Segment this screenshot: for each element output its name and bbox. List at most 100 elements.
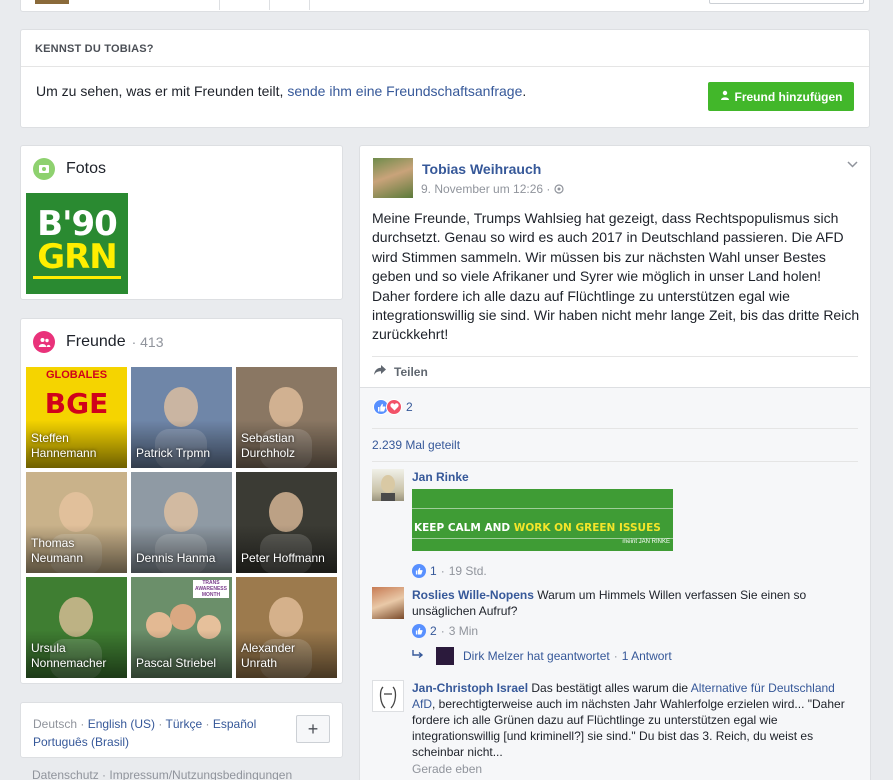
post-author-name[interactable]: Tobias Weihrauch: [422, 161, 541, 177]
add-friend-label: Freund hinzufügen: [734, 89, 843, 104]
commenter-name[interactable]: Jan-Christoph Israel: [412, 681, 528, 695]
share-icon: [373, 364, 387, 379]
language-turkish[interactable]: Türkçe: [166, 717, 203, 731]
friend-name-line2: Durchholz: [241, 446, 296, 460]
add-friend-button[interactable]: Freund hinzufügen: [708, 82, 854, 111]
friends-card: Freunde · 413 GLOBALES BGE Steffen Hanneman…: [20, 318, 343, 684]
friend-name-line2: Neumann: [31, 551, 84, 565]
post-author-avatar[interactable]: [373, 158, 413, 198]
comment-body: Jan-Christoph Israel Das bestätigt alles…: [412, 680, 857, 777]
post-timestamp[interactable]: 9. November um 12:26 ·: [421, 182, 564, 197]
friend-name-line1: Thomas: [31, 536, 75, 550]
reactions-summary[interactable]: 2: [373, 399, 413, 415]
commenter-avatar[interactable]: [372, 587, 404, 619]
reply-summary[interactable]: Dirk Melzer hat geantwortet · 1 Antwort: [412, 647, 857, 665]
language-separator: ·: [202, 717, 213, 731]
commenter-avatar[interactable]: [372, 680, 404, 712]
comment-meta: 1 · 19 Std.: [412, 563, 857, 579]
profile-thumb[interactable]: [35, 0, 69, 4]
post-card: Tobias Weihrauch 9. November um 12:26 · …: [359, 145, 871, 780]
photos-icon: [33, 158, 55, 180]
reply-name[interactable]: Dirk Melzer hat geantwortet: [463, 648, 610, 664]
friend-name-line2: Unrath: [241, 656, 278, 670]
language-current: Deutsch: [33, 717, 78, 731]
send-request-link[interactable]: sende ihm eine Freundschaftsanfrage: [287, 83, 522, 99]
comment-like-count[interactable]: 2: [430, 623, 437, 639]
post-options-chevron-icon[interactable]: [847, 156, 858, 171]
friend-name-line1: Ursula: [31, 641, 66, 655]
friend-name: Patrick Trpmn: [136, 446, 210, 461]
friend-name: Thomas Neumann: [31, 536, 83, 566]
commenter-avatar[interactable]: [372, 469, 404, 501]
photos-header[interactable]: Fotos: [33, 158, 106, 180]
friends-grid: GLOBALES BGE Steffen Hannemann Patrick Trpmn…: [26, 367, 337, 678]
friend-tile[interactable]: Ursula Nonnemacher: [26, 577, 127, 678]
friend-tile[interactable]: Alexander Unrath: [236, 577, 337, 678]
language-english[interactable]: English (US): [88, 717, 155, 731]
photo-underline: [33, 276, 121, 279]
share-label: Teilen: [394, 364, 428, 379]
search-input[interactable]: [709, 0, 864, 4]
footer-links[interactable]: Datenschutz · Impressum/Nutzungsbedingun…: [32, 768, 292, 780]
friend-tile[interactable]: Thomas Neumann: [26, 472, 127, 573]
friend-tile[interactable]: Sebastian Durchholz: [236, 367, 337, 468]
comment-time[interactable]: Gerade eben: [412, 761, 482, 777]
language-portuguese[interactable]: Português (Brasil): [33, 735, 129, 749]
shares-count-link[interactable]: 2.239 Mal geteilt: [372, 438, 460, 452]
reply-count[interactable]: 1 Antwort: [622, 648, 672, 664]
friend-name: Dennis Hanma: [136, 551, 215, 566]
friend-name-line1: Alexander: [241, 641, 296, 655]
post-feedback-area: 2 2.239 Mal geteilt Jan Rinke KEEP CALM …: [360, 387, 870, 780]
friend-tile[interactable]: Dennis Hanma: [131, 472, 232, 573]
comment-image[interactable]: KEEP CALM AND WORK ON GREEN ISSUES meint…: [412, 489, 673, 551]
nav-divider: [219, 0, 220, 10]
post-text: Meine Freunde, Trumps Wahlsieg hat gezei…: [372, 210, 860, 343]
friend-tile[interactable]: Peter Hoffmann: [236, 472, 337, 573]
friends-title: Freunde: [66, 333, 126, 350]
friend-name: Steffen Hannemann: [31, 431, 96, 461]
comment-time[interactable]: 19 Std.: [449, 563, 487, 579]
friend-name-line1: Steffen: [31, 431, 69, 445]
comment-text-continued: , berechtigterweise auch im nächsten Jah…: [412, 697, 845, 759]
friends-header[interactable]: Freunde · 413: [33, 331, 164, 353]
nav-divider: [269, 0, 270, 10]
friend-name-line1: Dennis Hanma: [136, 551, 216, 565]
photo-text-line2: GRN: [37, 237, 118, 277]
comment-time[interactable]: 3 Min: [449, 623, 478, 639]
share-button[interactable]: Teilen: [373, 364, 428, 379]
commenter-name[interactable]: Jan Rinke: [412, 470, 469, 484]
reply-avatar: [436, 647, 454, 665]
friend-name-line1: Sebastian: [241, 431, 295, 445]
language-spanish[interactable]: Español: [213, 717, 256, 731]
language-separator: ·: [155, 717, 166, 731]
commenter-name[interactable]: Roslies Wille-Nopens: [412, 588, 534, 602]
friend-request-text-suffix: .: [522, 83, 527, 99]
friend-name: Pascal Striebel: [136, 656, 216, 671]
friend-tile[interactable]: TRANS AWARENESS MONTH Pascal Striebel: [131, 577, 232, 678]
friend-photo-caption: GLOBALES: [45, 369, 108, 381]
photo-text-line1: B'90: [37, 204, 118, 244]
photo-thumbnail[interactable]: B'90 GRN: [26, 193, 128, 294]
reactions-count: 2: [406, 400, 413, 414]
friend-tile[interactable]: Patrick Trpmn: [131, 367, 232, 468]
more-languages-button[interactable]: +: [296, 715, 330, 743]
photos-card: Fotos B'90 GRN: [20, 145, 343, 300]
globe-icon: [554, 183, 564, 197]
image-caption-yellow: WORK ON GREEN ISSUES: [513, 522, 661, 534]
friend-name-line2: Nonnemacher: [31, 656, 107, 670]
post-time-text: 9. November um 12:26 ·: [421, 182, 551, 196]
friend-name-line1: Patrick Trpmn: [136, 446, 211, 460]
image-line: [412, 508, 673, 509]
comment-like-count[interactable]: 1: [430, 563, 437, 579]
friend-tile[interactable]: GLOBALES BGE Steffen Hannemann: [26, 367, 127, 468]
friend-request-title: KENNST DU TOBIAS?: [21, 30, 869, 67]
friend-request-text-prefix: Um zu sehen, was er mit Freunden teilt,: [36, 83, 288, 99]
meta-dot: ·: [440, 564, 445, 578]
comment-text: Das bestätigt alles warum die: [528, 681, 691, 695]
image-caption-white: KEEP CALM AND: [414, 522, 514, 534]
comment-body: Jan Rinke KEEP CALM AND WORK ON GREEN IS…: [412, 469, 857, 579]
friend-name: Peter Hoffmann: [241, 551, 325, 566]
love-reaction-icon: [386, 399, 402, 415]
friend-name-line2: Hannemann: [31, 446, 97, 460]
meta-dot: ·: [613, 649, 618, 663]
